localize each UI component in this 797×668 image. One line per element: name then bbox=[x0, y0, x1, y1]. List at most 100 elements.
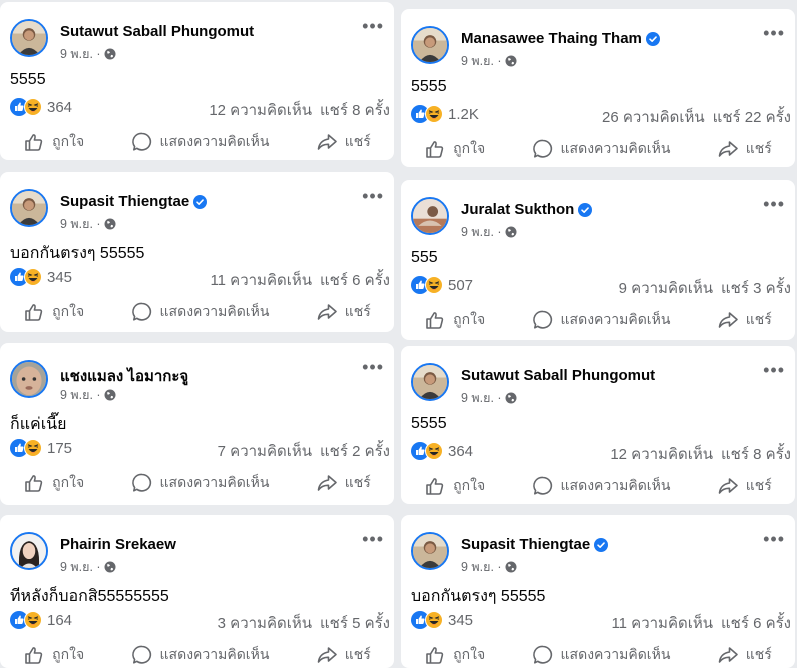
like-button[interactable]: ถูกใจ bbox=[23, 472, 84, 494]
avatar[interactable] bbox=[411, 363, 449, 401]
action-bar: ถูกใจ แสดงความคิดเห็น แชร์ bbox=[0, 639, 394, 668]
author-name[interactable]: Supasit Thiengtae bbox=[60, 193, 189, 210]
share-count[interactable]: แชร์ 22 ครั้ง bbox=[713, 105, 791, 129]
comment-count[interactable]: 12 ความคิดเห็น bbox=[610, 442, 713, 466]
reaction-count: 175 bbox=[47, 439, 73, 457]
comment-icon bbox=[131, 645, 151, 664]
globe-icon bbox=[505, 55, 517, 67]
like-button[interactable]: ถูกใจ bbox=[23, 131, 84, 153]
reaction-count: 507 bbox=[448, 276, 474, 294]
reaction-summary[interactable]: 164 bbox=[10, 611, 72, 629]
share-count[interactable]: แชร์ 5 ครั้ง bbox=[320, 611, 390, 635]
haha-reaction-icon bbox=[24, 439, 42, 457]
like-button[interactable]: ถูกใจ bbox=[23, 301, 84, 323]
share-arrow-icon bbox=[317, 475, 337, 491]
reaction-summary[interactable]: 345 bbox=[10, 268, 72, 286]
post-date[interactable]: 9 พ.ย. · bbox=[461, 51, 502, 71]
post-date[interactable]: 9 พ.ย. · bbox=[60, 557, 101, 577]
reaction-count: 345 bbox=[47, 268, 73, 286]
comment-button[interactable]: แสดงความคิดเห็น bbox=[131, 644, 269, 666]
left-feed-column: Sutawut Saball Phungomut 9 พ.ย. · ••• 55… bbox=[0, 0, 394, 668]
globe-icon bbox=[505, 392, 517, 404]
more-options-icon[interactable]: ••• bbox=[362, 186, 384, 207]
post-date[interactable]: 9 พ.ย. · bbox=[461, 557, 502, 577]
post-card: Juralat Sukthon 9 พ.ย. · ••• 555 507 9 ค… bbox=[401, 180, 795, 340]
share-button[interactable]: แชร์ bbox=[316, 301, 371, 323]
post-date[interactable]: 9 พ.ย. · bbox=[60, 214, 101, 234]
post-date[interactable]: 9 พ.ย. · bbox=[461, 388, 502, 408]
action-bar: ถูกใจ แสดงความคิดเห็น แชร์ bbox=[0, 467, 394, 499]
share-button[interactable]: แชร์ bbox=[717, 138, 772, 160]
post-date[interactable]: 9 พ.ย. · bbox=[60, 385, 101, 405]
more-options-icon[interactable]: ••• bbox=[763, 529, 785, 550]
avatar[interactable] bbox=[10, 360, 48, 398]
post-text: 5555 bbox=[10, 71, 46, 88]
comment-count[interactable]: 3 ความคิดเห็น bbox=[218, 611, 312, 635]
avatar[interactable] bbox=[411, 532, 449, 570]
author-name[interactable]: Sutawut Saball Phungomut bbox=[461, 367, 655, 384]
share-button[interactable]: แชร์ bbox=[717, 475, 772, 497]
author-name[interactable]: Manasawee Thaing Tham bbox=[461, 30, 642, 47]
like-button[interactable]: ถูกใจ bbox=[424, 309, 485, 331]
comment-count[interactable]: 7 ความคิดเห็น bbox=[218, 439, 312, 463]
author-name[interactable]: Juralat Sukthon bbox=[461, 201, 574, 218]
thumbs-up-icon bbox=[426, 647, 444, 664]
more-options-icon[interactable]: ••• bbox=[763, 194, 785, 215]
share-count[interactable]: แชร์ 6 ครั้ง bbox=[721, 611, 791, 635]
like-button[interactable]: ถูกใจ bbox=[424, 138, 485, 160]
comment-count[interactable]: 11 ความคิดเห็น bbox=[611, 611, 713, 635]
comment-button[interactable]: แสดงความคิดเห็น bbox=[532, 644, 670, 666]
action-bar: ถูกใจ แสดงความคิดเห็น แชร์ bbox=[401, 304, 795, 336]
reaction-summary[interactable]: 364 bbox=[411, 442, 473, 460]
share-button[interactable]: แชร์ bbox=[316, 131, 371, 153]
reaction-summary[interactable]: 175 bbox=[10, 439, 72, 457]
comment-button[interactable]: แสดงความคิดเห็น bbox=[131, 301, 269, 323]
post-date[interactable]: 9 พ.ย. · bbox=[461, 222, 502, 242]
comment-count[interactable]: 26 ความคิดเห็น bbox=[602, 105, 705, 129]
reaction-summary[interactable]: 507 bbox=[411, 276, 473, 294]
post-date[interactable]: 9 พ.ย. · bbox=[60, 44, 101, 64]
reaction-summary[interactable]: 364 bbox=[10, 98, 72, 116]
share-count[interactable]: แชร์ 3 ครั้ง bbox=[721, 276, 791, 300]
avatar[interactable] bbox=[411, 26, 449, 64]
author-name[interactable]: Phairin Srekaew bbox=[60, 536, 176, 553]
like-button[interactable]: ถูกใจ bbox=[424, 475, 485, 497]
share-button[interactable]: แชร์ bbox=[316, 472, 371, 494]
comment-button[interactable]: แสดงความคิดเห็น bbox=[131, 131, 269, 153]
reaction-summary[interactable]: 345 bbox=[411, 611, 473, 629]
share-count[interactable]: แชร์ 8 ครั้ง bbox=[721, 442, 791, 466]
comment-icon bbox=[131, 473, 151, 492]
comment-button[interactable]: แสดงความคิดเห็น bbox=[532, 309, 670, 331]
comment-count[interactable]: 9 ความคิดเห็น bbox=[619, 276, 713, 300]
avatar[interactable] bbox=[411, 197, 449, 235]
share-button[interactable]: แชร์ bbox=[316, 644, 371, 666]
more-options-icon[interactable]: ••• bbox=[362, 357, 384, 378]
comment-button[interactable]: แสดงความคิดเห็น bbox=[532, 138, 670, 160]
post-card: แชงแมลง ไอมากะจู 9 พ.ย. · ••• ก็แค่เนี๊ย bbox=[0, 343, 394, 505]
more-options-icon[interactable]: ••• bbox=[362, 529, 384, 550]
thumbs-up-icon bbox=[25, 647, 43, 664]
avatar[interactable] bbox=[10, 189, 48, 227]
avatar[interactable] bbox=[10, 19, 48, 57]
more-options-icon[interactable]: ••• bbox=[362, 16, 384, 37]
comment-button[interactable]: แสดงความคิดเห็น bbox=[532, 475, 670, 497]
more-options-icon[interactable]: ••• bbox=[763, 23, 785, 44]
share-count[interactable]: แชร์ 6 ครั้ง bbox=[320, 268, 390, 292]
author-name[interactable]: Sutawut Saball Phungomut bbox=[60, 23, 254, 40]
comment-count[interactable]: 12 ความคิดเห็น bbox=[209, 98, 312, 122]
thumbs-up-icon bbox=[426, 478, 444, 495]
avatar[interactable] bbox=[10, 532, 48, 570]
like-button[interactable]: ถูกใจ bbox=[424, 644, 485, 666]
reaction-summary[interactable]: 1.2K bbox=[411, 105, 479, 123]
like-button[interactable]: ถูกใจ bbox=[23, 644, 84, 666]
author-name[interactable]: Supasit Thiengtae bbox=[461, 536, 590, 553]
comment-button[interactable]: แสดงความคิดเห็น bbox=[131, 472, 269, 494]
share-button[interactable]: แชร์ bbox=[717, 309, 772, 331]
more-options-icon[interactable]: ••• bbox=[763, 360, 785, 381]
globe-icon bbox=[104, 389, 116, 401]
share-count[interactable]: แชร์ 2 ครั้ง bbox=[320, 439, 390, 463]
share-count[interactable]: แชร์ 8 ครั้ง bbox=[320, 98, 390, 122]
comment-count[interactable]: 11 ความคิดเห็น bbox=[210, 268, 312, 292]
share-button[interactable]: แชร์ bbox=[717, 644, 772, 666]
reaction-count: 1.2K bbox=[448, 105, 479, 123]
